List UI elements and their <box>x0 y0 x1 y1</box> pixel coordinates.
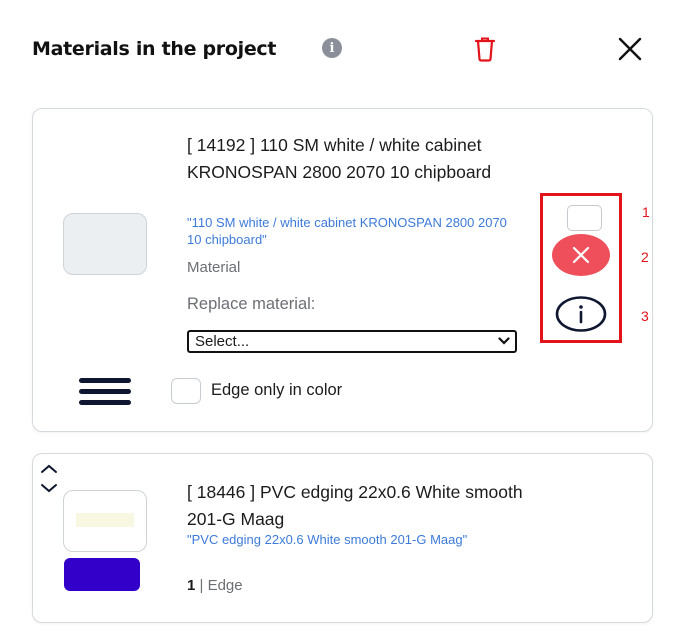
material-title: [ 14192 ] 110 SM white / white cabinet K… <box>187 135 492 182</box>
meta-separator: | <box>195 577 208 594</box>
info-button[interactable] <box>554 295 608 333</box>
material-swatch <box>63 213 147 275</box>
remove-material-button[interactable] <box>552 234 610 276</box>
close-icon <box>572 246 590 264</box>
edge-only-checkbox[interactable] <box>171 378 201 404</box>
annotation-number: 3 <box>641 308 649 324</box>
material-card: [ 14192 ] 110 SM white / white cabinet K… <box>32 108 653 432</box>
reorder-arrows-icon[interactable] <box>38 460 60 496</box>
edge-swatch <box>63 490 147 552</box>
page-title: Materials in the project <box>32 38 277 60</box>
material-type: Material <box>187 259 241 276</box>
edge-title: [ 18446 ] PVC edging 22x0.6 White smooth… <box>187 482 523 529</box>
close-icon[interactable] <box>617 36 643 62</box>
material-description: "110 SM white / white cabinet KRONOSPAN … <box>187 215 507 247</box>
trash-icon[interactable] <box>473 36 497 62</box>
edge-description: "PVC edging 22x0.6 White smooth 201-G Ma… <box>187 532 468 547</box>
edge-color-swatch <box>64 558 140 591</box>
drag-handle-icon[interactable] <box>79 378 131 406</box>
edge-type: Edge <box>207 577 243 594</box>
annotation-number: 2 <box>641 249 649 265</box>
info-icon[interactable]: i <box>322 38 342 58</box>
annotation-number: 1 <box>642 204 650 220</box>
edge-card: [ 18446 ] PVC edging 22x0.6 White smooth… <box>32 453 653 623</box>
chevron-down-icon <box>498 337 510 345</box>
replace-material-select[interactable]: Select... <box>187 330 517 353</box>
edge-only-label: Edge only in color <box>211 381 343 399</box>
replace-material-label: Replace material: <box>187 295 316 313</box>
select-material-checkbox[interactable] <box>567 205 602 231</box>
select-value: Select... <box>195 333 250 350</box>
edge-meta: 1 | Edge <box>187 577 243 594</box>
